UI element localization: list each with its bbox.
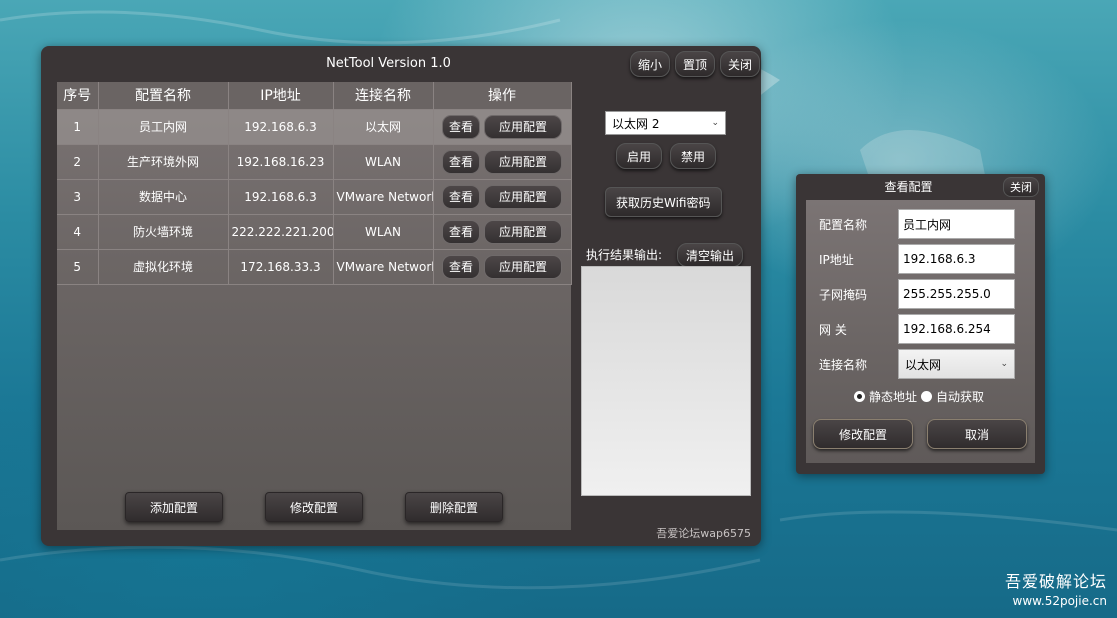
- clear-output-button[interactable]: 清空输出: [677, 243, 744, 267]
- config-name-input[interactable]: 员工内网: [898, 209, 1015, 239]
- config-name-label: 配置名称: [819, 217, 868, 232]
- table-row[interactable]: 3 数据中心 192.168.6.3 VMware Network 查看 应用配…: [57, 179, 572, 215]
- table-row[interactable]: 1 员工内网 192.168.6.3 以太网 查看 应用配置: [57, 109, 572, 145]
- row-actions: 查看 应用配置: [433, 109, 572, 145]
- table-row[interactable]: 5 虚拟化环境 172.168.33.3 VMware Network 查看 应…: [57, 249, 572, 285]
- network-adapter-value: 以太网 2: [612, 116, 660, 131]
- ip-row: IP地址 192.168.6.3: [806, 244, 1035, 274]
- watermark-title: 吾爱破解论坛: [1004, 572, 1107, 591]
- network-adapter-select[interactable]: 以太网 2 ⌄: [605, 111, 726, 135]
- view-config-title: 查看配置: [884, 179, 933, 194]
- subnet-mask-input[interactable]: 255.255.255.0: [898, 279, 1015, 309]
- apply-config-button[interactable]: 应用配置: [484, 184, 562, 209]
- view-close-button[interactable]: 关闭: [1003, 177, 1039, 197]
- footer-credit: 吾爱论坛wap6575: [656, 527, 751, 540]
- row-connection: VMware Network: [333, 249, 434, 285]
- row-name: 虚拟化环境: [98, 249, 229, 285]
- wifi-history-button[interactable]: 获取历史Wifi密码: [605, 187, 722, 217]
- row-no: 4: [57, 214, 99, 250]
- disable-adapter-button[interactable]: 禁用: [670, 143, 717, 169]
- connection-name-value: 以太网: [905, 357, 942, 372]
- apply-config-button[interactable]: 应用配置: [484, 254, 562, 279]
- gateway-input[interactable]: 192.168.6.254: [898, 314, 1015, 344]
- ip-mode-group: 静态地址 自动获取: [854, 388, 984, 405]
- gateway-row: 网 关 192.168.6.254: [806, 314, 1035, 344]
- row-connection: 以太网: [333, 109, 434, 145]
- row-ip: 192.168.6.3: [228, 179, 334, 215]
- row-actions: 查看 应用配置: [433, 214, 572, 250]
- gateway-label: 网 关: [819, 322, 847, 337]
- view-modify-button[interactable]: 修改配置: [813, 419, 913, 449]
- watermark-url: www.52pojie.cn: [1012, 594, 1107, 608]
- row-ip: 192.168.16.23: [228, 144, 334, 180]
- main-window: NetTool Version 1.0 缩小 置顶 关闭 序号 配置名称 IP地…: [41, 46, 761, 546]
- minimize-button[interactable]: 缩小: [630, 51, 671, 77]
- row-name: 数据中心: [98, 179, 229, 215]
- view-config-window: 查看配置 关闭 配置名称 员工内网 IP地址 192.168.6.3 子网掩码 …: [796, 174, 1045, 474]
- column-header-connection[interactable]: 连接名称: [333, 82, 434, 110]
- row-no: 3: [57, 179, 99, 215]
- mask-row: 子网掩码 255.255.255.0: [806, 279, 1035, 309]
- view-button[interactable]: 查看: [441, 114, 480, 139]
- chevron-down-icon: ⌄: [1000, 359, 1008, 369]
- close-button[interactable]: 关闭: [720, 51, 761, 77]
- view-button[interactable]: 查看: [441, 149, 480, 174]
- table-row[interactable]: 2 生产环境外网 192.168.16.23 WLAN 查看 应用配置: [57, 144, 572, 180]
- row-no: 2: [57, 144, 99, 180]
- add-config-button[interactable]: 添加配置: [125, 492, 223, 522]
- view-cancel-button[interactable]: 取消: [927, 419, 1027, 449]
- row-name: 防火墙环境: [98, 214, 229, 250]
- ip-label: IP地址: [819, 252, 854, 267]
- ip-input[interactable]: 192.168.6.3: [898, 244, 1015, 274]
- config-table: 序号 配置名称 IP地址 连接名称 操作 1 员工内网 192.168.6.3 …: [57, 82, 572, 285]
- apply-config-button[interactable]: 应用配置: [484, 114, 562, 139]
- modify-config-button[interactable]: 修改配置: [265, 492, 363, 522]
- connection-row: 连接名称 以太网 ⌄: [806, 349, 1035, 379]
- apply-config-button[interactable]: 应用配置: [484, 219, 562, 244]
- chevron-down-icon: ⌄: [711, 118, 719, 128]
- row-ip: 172.168.33.3: [228, 249, 334, 285]
- row-name: 员工内网: [98, 109, 229, 145]
- view-button[interactable]: 查看: [441, 254, 480, 279]
- config-name-row: 配置名称 员工内网: [806, 209, 1035, 239]
- static-radio-label: 静态地址: [869, 390, 918, 404]
- row-connection: WLAN: [333, 144, 434, 180]
- table-header-row: 序号 配置名称 IP地址 连接名称 操作: [57, 82, 572, 110]
- column-header-name[interactable]: 配置名称: [98, 82, 229, 110]
- row-connection: VMware Network: [333, 179, 434, 215]
- output-label: 执行结果输出:: [586, 248, 663, 262]
- column-header-actions: 操作: [433, 82, 572, 110]
- delete-config-button[interactable]: 删除配置: [405, 492, 503, 522]
- row-ip: 222.222.221.200: [228, 214, 334, 250]
- connection-name-label: 连接名称: [819, 357, 868, 372]
- column-header-ip[interactable]: IP地址: [228, 82, 334, 110]
- apply-config-button[interactable]: 应用配置: [484, 149, 562, 174]
- row-no: 1: [57, 109, 99, 145]
- table-row[interactable]: 4 防火墙环境 222.222.221.200 WLAN 查看 应用配置: [57, 214, 572, 250]
- row-actions: 查看 应用配置: [433, 144, 572, 180]
- view-button[interactable]: 查看: [441, 219, 480, 244]
- connection-name-select[interactable]: 以太网 ⌄: [898, 349, 1015, 379]
- row-connection: WLAN: [333, 214, 434, 250]
- view-button[interactable]: 查看: [441, 184, 480, 209]
- static-radio[interactable]: [854, 391, 865, 402]
- column-header-no[interactable]: 序号: [57, 82, 99, 110]
- row-ip: 192.168.6.3: [228, 109, 334, 145]
- row-no: 5: [57, 249, 99, 285]
- dhcp-radio[interactable]: [921, 391, 933, 402]
- row-actions: 查看 应用配置: [433, 249, 572, 285]
- config-grid: 序号 配置名称 IP地址 连接名称 操作 1 员工内网 192.168.6.3 …: [57, 82, 572, 530]
- dhcp-radio-label: 自动获取: [936, 390, 985, 404]
- enable-adapter-button[interactable]: 启用: [616, 143, 663, 169]
- output-textarea[interactable]: [581, 266, 751, 496]
- row-name: 生产环境外网: [98, 144, 229, 180]
- pin-top-button[interactable]: 置顶: [675, 51, 716, 77]
- subnet-mask-label: 子网掩码: [819, 287, 868, 302]
- row-actions: 查看 应用配置: [433, 179, 572, 215]
- view-config-form: 配置名称 员工内网 IP地址 192.168.6.3 子网掩码 255.255.…: [806, 200, 1035, 463]
- site-watermark: 吾爱破解论坛 www.52pojie.cn: [1005, 568, 1107, 608]
